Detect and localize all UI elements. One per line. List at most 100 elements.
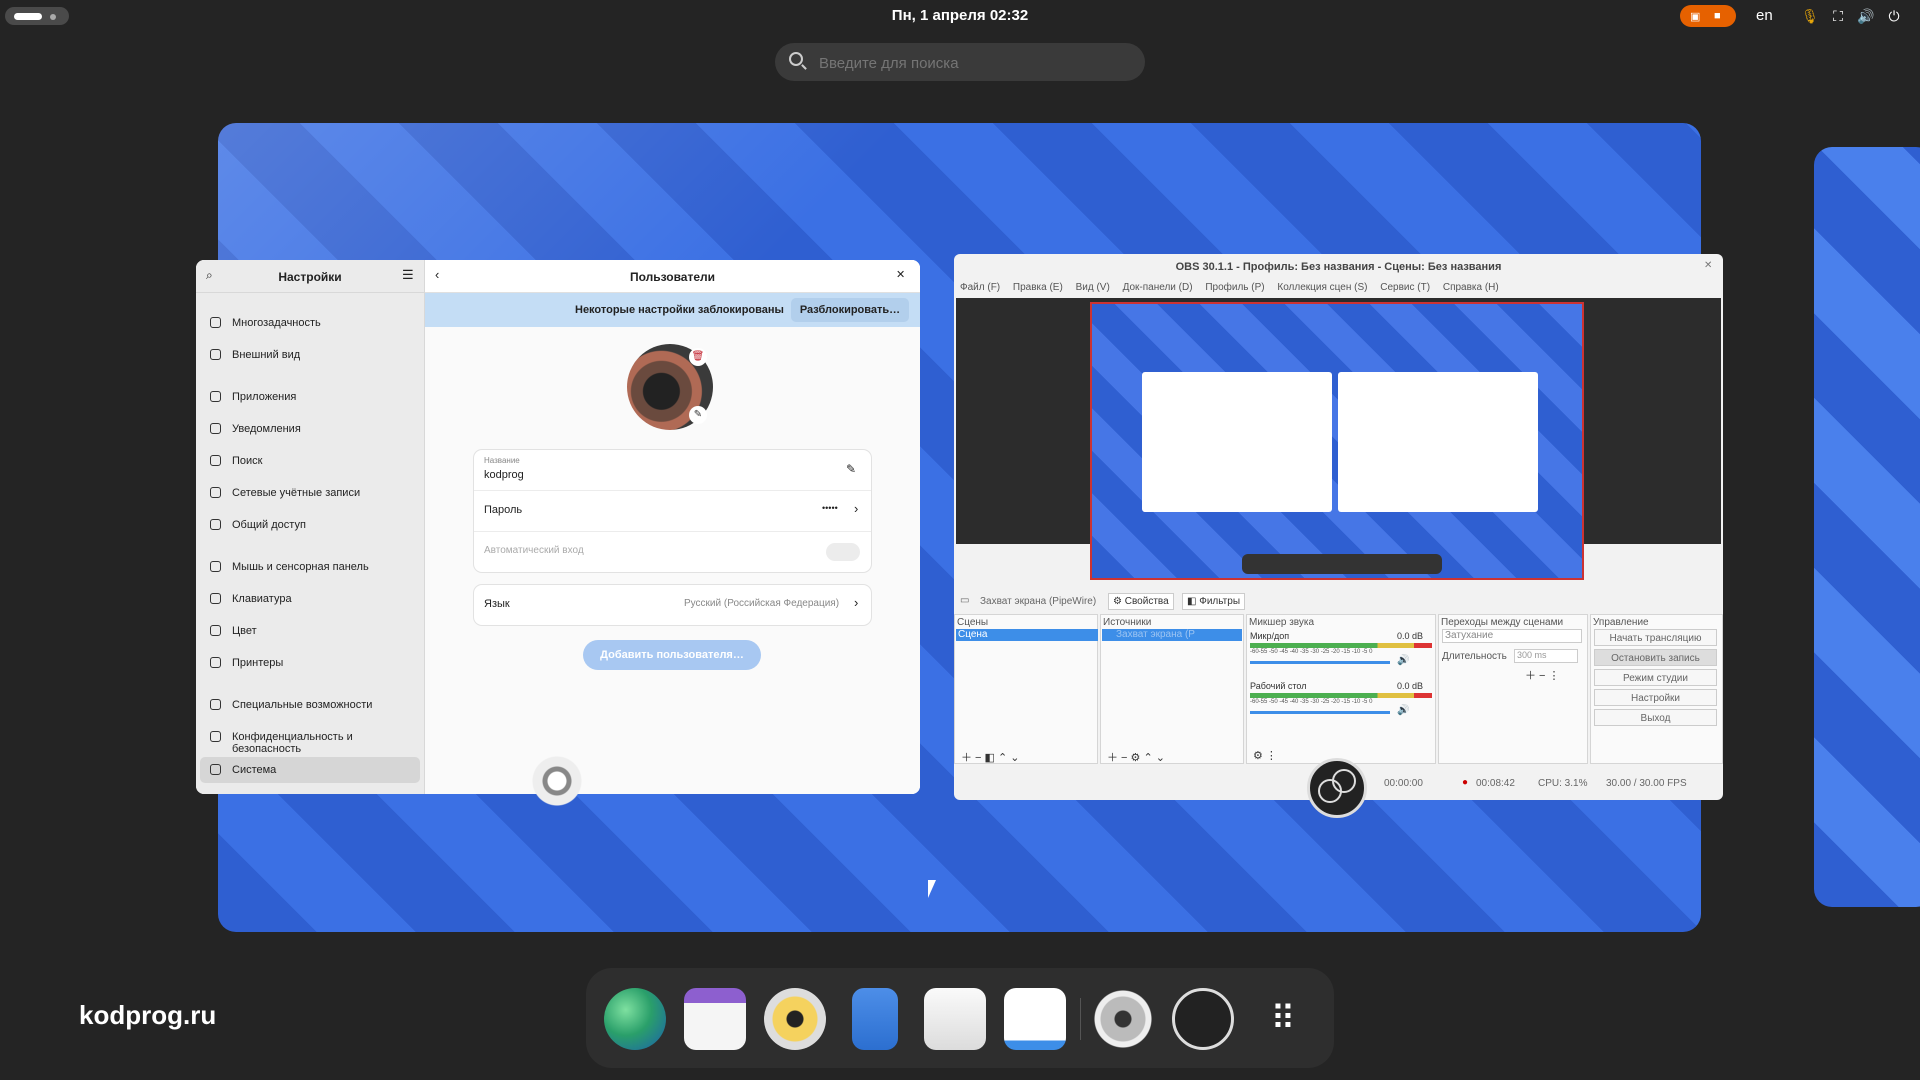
network-icon[interactable]: ⛶ (1828, 6, 1848, 26)
filters-button[interactable]: ◧ Фильтры (1182, 593, 1246, 610)
sidebar-item-label: Цвет (232, 625, 257, 637)
language-row[interactable]: Язык Русский (Российская Федерация) › (474, 585, 871, 625)
scene-controls[interactable]: ＋ − ◧ ⌃ ⌄ (961, 749, 1019, 765)
add-user-button[interactable]: Добавить пользователя… (583, 640, 761, 670)
transitions-header: Переходы между сценами (1441, 617, 1564, 628)
studio-mode-button[interactable]: Режим студии (1594, 669, 1717, 686)
sidebar-item-appearance[interactable]: Внешний вид (200, 342, 420, 368)
clock[interactable]: Пн, 1 апреля 02:32 (0, 7, 1920, 24)
overview-search[interactable] (775, 43, 1145, 83)
keyboard-icon (210, 593, 221, 604)
desktop-label: Рабочий стол (1250, 681, 1307, 691)
autologin-toggle[interactable] (826, 543, 860, 561)
sidebar-item-apps[interactable]: Приложения (200, 384, 420, 410)
screencast-indicator[interactable]: ▣ ■ (1680, 5, 1736, 27)
sidebar-item-notifications[interactable]: Уведомления (200, 416, 420, 442)
duration-input[interactable]: 300 ms (1514, 649, 1578, 663)
keyboard-layout[interactable]: en (1756, 7, 1773, 24)
language-card: Язык Русский (Российская Федерация) › (474, 585, 871, 625)
next-workspace-thumbnail[interactable] (1814, 147, 1920, 907)
unlock-button[interactable]: Разблокировать… (791, 298, 909, 322)
sidebar-item-system[interactable]: Система (200, 757, 420, 783)
trash-icon[interactable]: 🗑 (689, 348, 707, 366)
menu-help[interactable]: Справка (H) (1443, 282, 1499, 293)
source-tab[interactable]: Захват экрана (PipeWire) (980, 596, 1096, 607)
menu-profile[interactable]: Профиль (P) (1205, 282, 1264, 293)
app-grid-icon[interactable]: ⠿ (1252, 988, 1314, 1050)
sidebar-item-multitasking[interactable]: Многозадачность (200, 310, 420, 336)
music-icon[interactable] (764, 988, 826, 1050)
calendar-icon[interactable] (684, 988, 746, 1050)
sidebar-item-label: Мышь и сенсорная панель (232, 561, 369, 573)
text-editor-icon[interactable] (1004, 988, 1066, 1050)
stop-recording-button[interactable]: Остановить запись (1594, 649, 1717, 666)
start-streaming-button[interactable]: Начать трансляцию (1594, 629, 1717, 646)
menu-edit[interactable]: Правка (E) (1013, 282, 1063, 293)
privacy-icon (210, 731, 221, 742)
mic-volume-slider[interactable] (1250, 661, 1390, 664)
sidebar-item-keyboard[interactable]: Клавиатура (200, 586, 420, 612)
preview-canvas[interactable] (1090, 302, 1584, 580)
menu-file[interactable]: Файл (F) (960, 282, 1000, 293)
color-icon (210, 625, 221, 636)
desktop-volume-slider[interactable] (1250, 711, 1390, 714)
duration-label: Длительность (1442, 651, 1507, 662)
search-input[interactable] (817, 43, 1131, 83)
share-icon (210, 519, 221, 530)
obs-preview[interactable] (956, 298, 1721, 580)
mixer-dock: Микшер звука Микр/доп 0.0 dB -60-55 -50 … (1246, 614, 1436, 764)
menu-docks[interactable]: Док-панели (D) (1123, 282, 1193, 293)
password-row[interactable]: Пароль ••••• › (474, 491, 871, 532)
search-icon (210, 455, 221, 466)
brand-watermark: kodprog.ru (79, 1000, 217, 1030)
microphone-icon[interactable]: 🎙 (1800, 6, 1820, 26)
files-icon[interactable] (852, 988, 898, 1050)
sidebar-item-label: Общий доступ (232, 519, 306, 531)
avatar[interactable]: 🗑 ✎ (627, 344, 713, 430)
source-item[interactable]: Захват экрана (P (1102, 629, 1242, 641)
scene-item[interactable]: Сцена (956, 629, 1098, 641)
transition-select[interactable]: Затухание (1442, 629, 1582, 643)
sidebar-item-color[interactable]: Цвет (200, 618, 420, 644)
menu-view[interactable]: Вид (V) (1076, 282, 1110, 293)
obs-icon[interactable] (1172, 988, 1234, 1050)
menu-icon[interactable]: ☰ (402, 267, 414, 283)
properties-button[interactable]: ⚙ Свойства (1108, 593, 1174, 610)
close-icon[interactable]: ✕ (1704, 260, 1712, 271)
sidebar-item-accessibility[interactable]: Специальные возможности (200, 692, 420, 718)
speaker-icon[interactable]: 🔊 (1397, 705, 1409, 716)
name-value[interactable]: kodprog (484, 469, 524, 481)
obs-window[interactable]: OBS 30.1.1 - Профиль: Без названия - Сце… (954, 254, 1723, 800)
settings-button[interactable]: Настройки (1594, 689, 1717, 706)
autologin-row[interactable]: Автоматический вход (474, 532, 871, 572)
close-icon[interactable]: ✕ (896, 268, 905, 281)
browser-icon[interactable] (604, 988, 666, 1050)
sidebar-item-printers[interactable]: Принтеры (200, 650, 420, 676)
speaker-icon[interactable]: 🔊 (1397, 655, 1409, 666)
gear-icon (210, 764, 221, 775)
sidebar-item-online-accounts[interactable]: Сетевые учётные записи (200, 480, 420, 506)
settings-window[interactable]: ⌕ Настройки ☰ Многозадачность Внешний ви… (196, 260, 920, 794)
transition-controls[interactable]: ＋ − ⋮ (1525, 667, 1560, 683)
sidebar-item-label: Система (232, 764, 277, 776)
name-row[interactable]: Название kodprog ✎ (474, 450, 871, 491)
sidebar-item-mouse[interactable]: Мышь и сенсорная панель (200, 554, 420, 580)
settings-icon[interactable] (1092, 988, 1154, 1050)
source-controls[interactable]: ＋ − ⚙ ⌃ ⌄ (1107, 749, 1165, 765)
sidebar-item-privacy[interactable]: Конфиденциальность и безопасность (200, 724, 420, 755)
mic-label: Микр/доп (1250, 631, 1290, 641)
menu-scene-collection[interactable]: Коллекция сцен (S) (1277, 282, 1367, 293)
exit-button[interactable]: Выход (1594, 709, 1717, 726)
volume-icon[interactable]: 🔊 (1856, 6, 1876, 26)
sidebar-item-sharing[interactable]: Общий доступ (200, 512, 420, 538)
mixer-controls[interactable]: ⚙ ⋮ (1253, 749, 1277, 762)
sidebar-item-search[interactable]: Поиск (200, 448, 420, 474)
power-icon[interactable]: ⏻ (1884, 6, 1904, 26)
multitasking-icon (210, 317, 221, 328)
pencil-icon[interactable]: ✎ (846, 462, 856, 476)
menu-tools[interactable]: Сервис (T) (1380, 282, 1430, 293)
chevron-right-icon: › (854, 501, 859, 516)
pencil-icon[interactable]: ✎ (689, 406, 707, 424)
preview-obs-window (1338, 372, 1538, 512)
software-icon[interactable] (924, 988, 986, 1050)
